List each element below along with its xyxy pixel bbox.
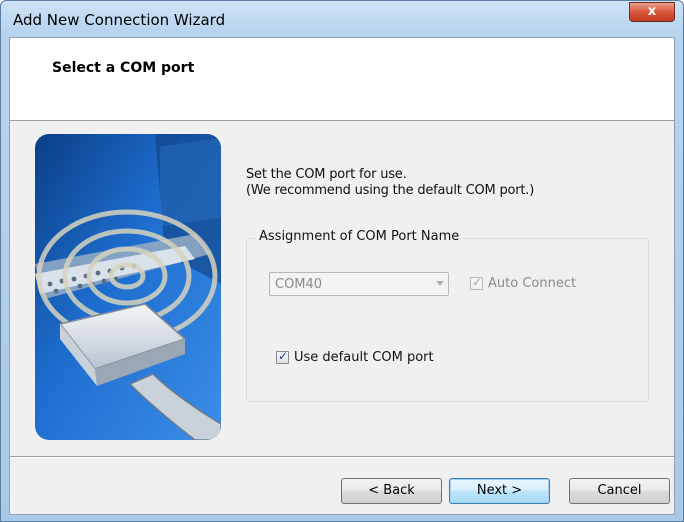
- wizard-window: Add New Connection Wizard x Select a COM…: [0, 0, 684, 522]
- com-port-value: COM40: [275, 277, 323, 292]
- footer-divider: [10, 456, 674, 458]
- back-button-label: < Back: [368, 483, 415, 498]
- next-button-label: Next >: [476, 483, 523, 498]
- illustration-icon: [35, 134, 221, 440]
- instruction-line-2: (We recommend using the default COM port…: [246, 183, 535, 198]
- wizard-client-area: Select a COM port Set the COM port for u…: [9, 37, 675, 515]
- next-button[interactable]: Next >: [449, 478, 550, 504]
- close-icon: x: [647, 4, 657, 19]
- instruction-line-1: Set the COM port for use.: [246, 167, 407, 182]
- check-icon: ✓: [278, 349, 289, 363]
- check-icon: ✓: [472, 275, 483, 289]
- wizard-header: Select a COM port: [10, 38, 674, 121]
- group-label: Assignment of COM Port Name: [255, 229, 464, 244]
- cancel-button-label: Cancel: [597, 483, 642, 498]
- use-default-com-port-label[interactable]: Use default COM port: [294, 350, 434, 365]
- use-default-com-port-checkbox[interactable]: ✓: [276, 349, 289, 364]
- window-title: Add New Connection Wizard: [13, 11, 226, 29]
- back-button[interactable]: < Back: [341, 478, 442, 504]
- serial-port-illustration: [35, 134, 221, 440]
- page-title: Select a COM port: [52, 60, 195, 76]
- com-port-select[interactable]: COM40: [269, 272, 449, 296]
- auto-connect-checkbox[interactable]: ✓: [470, 275, 483, 290]
- chevron-down-icon: [436, 281, 444, 286]
- cancel-button[interactable]: Cancel: [569, 478, 670, 504]
- instructions: Set the COM port for use. (We recommend …: [246, 167, 534, 199]
- close-button[interactable]: x: [629, 2, 675, 22]
- auto-connect-label: Auto Connect: [488, 276, 577, 291]
- title-bar[interactable]: Add New Connection Wizard x: [1, 1, 683, 37]
- com-port-group: Assignment of COM Port Name COM40 ✓ Auto…: [246, 229, 649, 402]
